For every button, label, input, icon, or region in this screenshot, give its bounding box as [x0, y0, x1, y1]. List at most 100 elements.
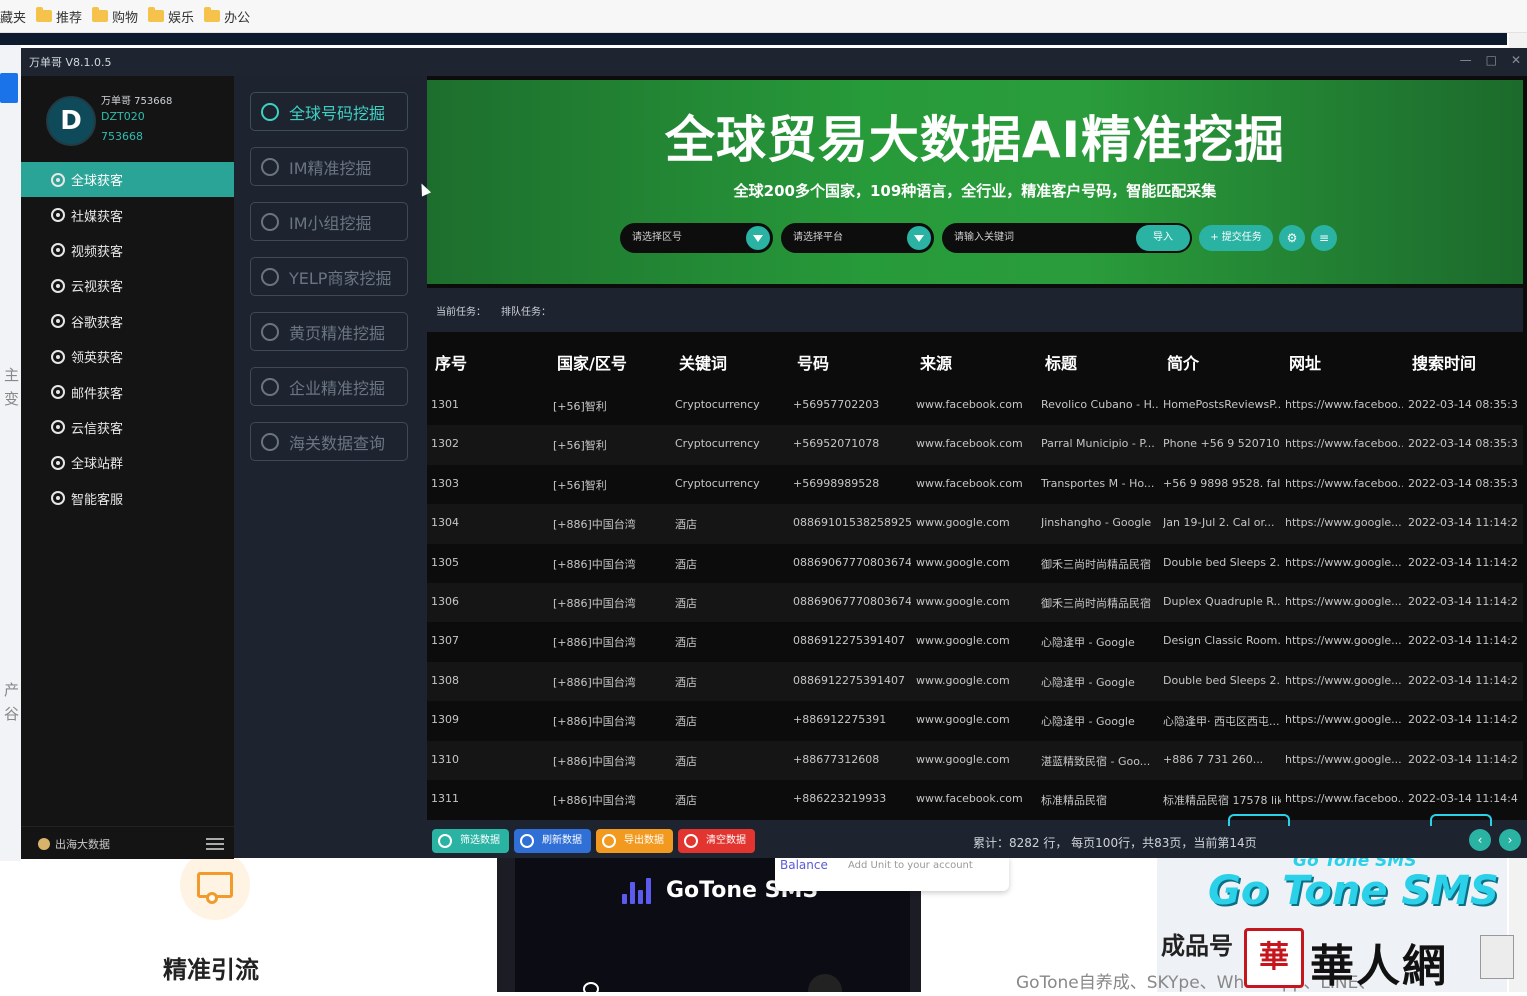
table-cell: www.facebook.com	[916, 792, 1023, 805]
menu-item-video[interactable]: 视频获客	[21, 233, 234, 268]
folder-icon	[204, 7, 221, 22]
clear-data-button[interactable]: 清空数据	[678, 829, 755, 853]
chart-icon	[0, 73, 18, 103]
table-cell: 心隐逢甲 - Google	[1041, 715, 1135, 729]
menu-item-cloud-msg[interactable]: 云信获客	[21, 410, 234, 445]
table-cell: Revolico Cubano - H...	[1041, 398, 1159, 411]
platform-select[interactable]: 请选择平台	[781, 223, 934, 253]
export-data-button[interactable]: 导出数据	[596, 829, 673, 853]
submenu-global-numbers[interactable]: 全球号码挖掘	[250, 92, 408, 131]
submit-task-button[interactable]: + 提交任务	[1199, 225, 1273, 251]
table-cell: [+886]中国台湾	[553, 518, 636, 532]
table-row[interactable]: 1304 [+886]中国台湾 酒店 088691015382589250 www.go…	[427, 504, 1523, 544]
table-cell: 2022-03-14 08:35:39	[1408, 398, 1518, 411]
chevron-left-icon: ‹	[1477, 833, 1483, 847]
submenu-yelp[interactable]: YELP商家挖掘	[250, 257, 408, 296]
table-row[interactable]: 1307 [+886]中国台湾 酒店 0886912275391407 www.goog…	[427, 622, 1523, 661]
table-cell: 酒店	[675, 518, 697, 532]
table-row[interactable]: 1302 [+56]智利 Cryptocurrency +56952071078 www…	[427, 425, 1523, 465]
table-cell: 1305	[431, 555, 459, 569]
pagination-stats: 累计：8282 行， 每页100行，共83页，当前第14页	[973, 836, 1257, 850]
menu-item-google[interactable]: 谷歌获客	[21, 304, 234, 339]
bookmark-office[interactable]: 办公	[204, 7, 250, 26]
bookmark-shopping[interactable]: 购物	[92, 7, 138, 26]
title-bar[interactable]: 万单哥 V8.1.0.5 — □ ✕	[21, 48, 1527, 76]
submenu-im-precise[interactable]: IM精准挖掘	[250, 147, 408, 186]
table-cell: [+886]中国台湾	[553, 636, 636, 650]
bookmark-favorites[interactable]: 藏夹	[0, 7, 26, 26]
column-header[interactable]: 标题	[1045, 350, 1077, 374]
submenu-im-group[interactable]: IM小组挖掘	[250, 202, 408, 241]
table-cell: https://www.google...	[1285, 673, 1402, 687]
table-cell: Phone +56 9 520710...	[1163, 437, 1281, 451]
menu-item-service[interactable]: 智能客服	[21, 481, 234, 516]
wordpress-icon	[261, 377, 279, 396]
wordpress-icon	[261, 322, 279, 341]
table-row[interactable]: 1303 [+56]智利 Cryptocurrency +56998989528 www…	[427, 465, 1523, 504]
menu-item-sites[interactable]: 全球站群	[21, 445, 234, 480]
submenu-label: 企业精准挖掘	[289, 378, 386, 398]
import-button[interactable]: 导入	[1136, 225, 1190, 251]
list-icon[interactable]: ≡	[1311, 225, 1337, 251]
menu-item-cloud-video[interactable]: 云视获客	[21, 268, 234, 303]
menu-item-linkedin[interactable]: 领英获客	[21, 339, 234, 374]
column-header[interactable]: 简介	[1167, 350, 1199, 374]
table-cell: +56 9 9898 9528. fal...	[1163, 476, 1281, 490]
sidebar-footer-label[interactable]: 出海大数据	[55, 836, 110, 852]
column-header[interactable]: 序号	[435, 350, 467, 374]
table-row[interactable]: 1310 [+886]中国台湾 酒店 +88677312608 www.google.c…	[427, 740, 1523, 780]
footer-button-label: 导出数据	[624, 835, 664, 846]
table-cell: 2022-03-14 11:14:41	[1408, 792, 1518, 805]
task-status-bar: 当前任务： 排队任务：	[427, 288, 1523, 332]
filter-data-button[interactable]: 筛选数据	[432, 829, 509, 853]
menu-item-label: 全球站群	[71, 457, 124, 473]
column-header[interactable]: 关键词	[679, 350, 727, 374]
menu-icon[interactable]	[206, 838, 224, 850]
table-cell: +886223219933	[793, 792, 887, 805]
table-row[interactable]: 1311 [+886]中国台湾 酒店 +886223219933 www.faceboo…	[427, 780, 1523, 819]
truck-icon-badge	[180, 850, 250, 920]
column-header[interactable]: 来源	[920, 350, 952, 374]
chevron-down-icon[interactable]	[907, 226, 931, 250]
region-select[interactable]: 请选择区号	[620, 223, 773, 253]
table-cell: https://www.google...	[1285, 555, 1402, 569]
submenu-customs[interactable]: 海关数据查询	[250, 422, 408, 461]
table-row[interactable]: 1306 [+886]中国台湾 酒店 088690677708036744 www.go…	[427, 583, 1523, 623]
chevron-down-icon[interactable]	[746, 226, 770, 250]
column-header[interactable]: 号码	[797, 350, 829, 374]
submenu-yellow-pages[interactable]: 黄页精准挖掘	[250, 312, 408, 351]
column-header[interactable]: 网址	[1289, 350, 1321, 374]
minimize-button[interactable]: —	[1460, 53, 1472, 67]
refresh-data-button[interactable]: 刷新数据	[514, 829, 591, 853]
bookmark-recommend[interactable]: 推荐	[36, 7, 82, 26]
bookmarks-bar: 藏夹 推荐 购物 娱乐 办公	[0, 0, 1527, 33]
table-cell: www.google.com	[916, 516, 1010, 530]
menu-item-social[interactable]: 社媒获客	[21, 197, 234, 232]
bookmark-entertainment[interactable]: 娱乐	[148, 7, 194, 26]
table-cell: 2022-03-14 11:14:27	[1408, 634, 1518, 648]
table-cell: 酒店	[675, 557, 697, 571]
prev-page-button[interactable]: ‹	[1469, 829, 1491, 851]
table-row[interactable]: 1305 [+886]中国台湾 酒店 088690677708036744 www.go…	[427, 544, 1523, 583]
footer-button-label: 刷新数据	[542, 835, 582, 846]
menu-item-global[interactable]: 全球获客	[21, 162, 234, 198]
avatar-letter: D	[60, 106, 82, 136]
next-page-button[interactable]: ›	[1499, 829, 1521, 851]
table-cell: 2022-03-14 11:14:27	[1408, 516, 1518, 530]
close-button[interactable]: ✕	[1511, 53, 1521, 67]
table-cell: www.google.com	[916, 713, 1010, 727]
table-cell: +56957702203	[793, 398, 880, 411]
sidebar-footer: 出海大数据	[21, 826, 234, 859]
avatar[interactable]: D	[46, 96, 96, 146]
table-row[interactable]: 1301 [+56]智利 Cryptocurrency +56957702203 www…	[427, 386, 1523, 425]
submenu-enterprise[interactable]: 企业精准挖掘	[250, 367, 408, 406]
menu-item-email[interactable]: 邮件获客	[21, 374, 234, 409]
table-row[interactable]: 1308 [+886]中国台湾 酒店 0886912275391407 www.goog…	[427, 661, 1523, 702]
column-header[interactable]: 搜索时间	[1412, 350, 1476, 374]
table-row[interactable]: 1309 [+886]中国台湾 酒店 +886912275391 www.google.…	[427, 701, 1523, 740]
column-header[interactable]: 国家/区号	[557, 350, 627, 374]
settings-icon[interactable]: ⚙	[1279, 225, 1305, 251]
globe-icon	[51, 172, 65, 187]
table-cell: 2022-03-14 11:14:27	[1408, 752, 1518, 766]
maximize-button[interactable]: □	[1486, 53, 1497, 67]
